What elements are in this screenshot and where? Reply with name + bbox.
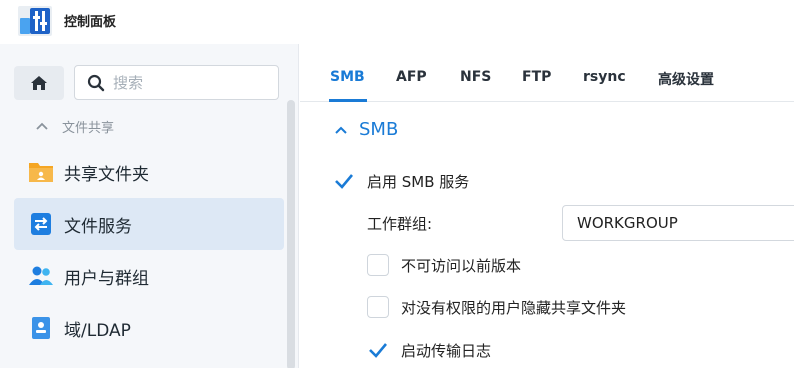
search-input[interactable] bbox=[113, 72, 273, 94]
tab-nfs[interactable]: NFS bbox=[460, 69, 491, 85]
tab-rsync[interactable]: rsync bbox=[583, 69, 626, 85]
chevron-up-icon bbox=[36, 122, 48, 130]
option-label: 启动传输日志 bbox=[401, 341, 492, 360]
title-bar: 控制面板 bbox=[0, 0, 794, 44]
active-tab-indicator bbox=[329, 99, 367, 102]
option-label: 不可访问以前版本 bbox=[401, 256, 522, 275]
hide-shares-checkbox[interactable] bbox=[367, 296, 389, 318]
sidebar-item-label: 共享文件夹 bbox=[64, 164, 149, 185]
enable-smb-checkbox[interactable] bbox=[333, 170, 355, 192]
users-icon bbox=[28, 263, 54, 289]
transfer-log-checkbox[interactable] bbox=[367, 339, 389, 361]
sidebar-item-label: 文件服务 bbox=[64, 216, 132, 237]
smb-group-header[interactable]: SMB bbox=[333, 119, 398, 140]
section-header-file-sharing[interactable]: 文件共享 bbox=[34, 116, 114, 136]
folder-icon bbox=[28, 159, 54, 185]
sidebar-item-domain-ldap[interactable]: 域/LDAP bbox=[14, 302, 284, 354]
control-panel-icon bbox=[16, 6, 52, 36]
tab-advanced[interactable]: 高级设置 bbox=[658, 69, 714, 89]
sidebar: 文件共享 共享文件夹 文件服务 bbox=[0, 44, 299, 368]
option-row-transfer-log: 启动传输日志 bbox=[367, 339, 491, 361]
sidebar-item-file-services[interactable]: 文件服务 bbox=[14, 198, 284, 250]
sidebar-item-label: 用户与群组 bbox=[64, 268, 149, 289]
smb-group-title: SMB bbox=[359, 119, 399, 140]
sidebar-item-shared-folder[interactable]: 共享文件夹 bbox=[14, 146, 284, 198]
section-label: 文件共享 bbox=[62, 120, 115, 136]
search-icon bbox=[87, 74, 105, 92]
checkmark-icon bbox=[369, 343, 387, 358]
sidebar-item-users-groups[interactable]: 用户与群组 bbox=[14, 250, 284, 302]
option-row-hide-shares: 对没有权限的用户隐藏共享文件夹 bbox=[367, 296, 626, 318]
sidebar-scrollbar[interactable] bbox=[287, 100, 295, 368]
previous-versions-checkbox[interactable] bbox=[367, 254, 389, 276]
tab-afp[interactable]: AFP bbox=[396, 69, 427, 85]
file-services-icon bbox=[28, 211, 54, 237]
chevron-up-icon bbox=[335, 126, 347, 134]
home-button[interactable] bbox=[14, 66, 64, 100]
checkmark-icon bbox=[335, 174, 353, 189]
enable-smb-row: 启用 SMB 服务 bbox=[333, 170, 469, 192]
window-title: 控制面板 bbox=[64, 15, 117, 30]
workgroup-input[interactable] bbox=[562, 205, 794, 241]
workgroup-label: 工作群组: bbox=[367, 215, 433, 233]
domain-icon bbox=[28, 315, 54, 341]
tab-ftp[interactable]: FTP bbox=[522, 69, 551, 85]
option-row-previous-versions: 不可访问以前版本 bbox=[367, 254, 521, 276]
tab-smb[interactable]: SMB bbox=[330, 69, 365, 85]
option-label: 对没有权限的用户隐藏共享文件夹 bbox=[401, 298, 627, 317]
enable-smb-label: 启用 SMB 服务 bbox=[367, 172, 470, 191]
search-box[interactable] bbox=[74, 65, 279, 100]
tab-bar: SMB AFP NFS FTP rsync 高级设置 bbox=[300, 44, 794, 102]
sidebar-item-label: 域/LDAP bbox=[64, 320, 131, 341]
home-icon bbox=[31, 76, 47, 90]
